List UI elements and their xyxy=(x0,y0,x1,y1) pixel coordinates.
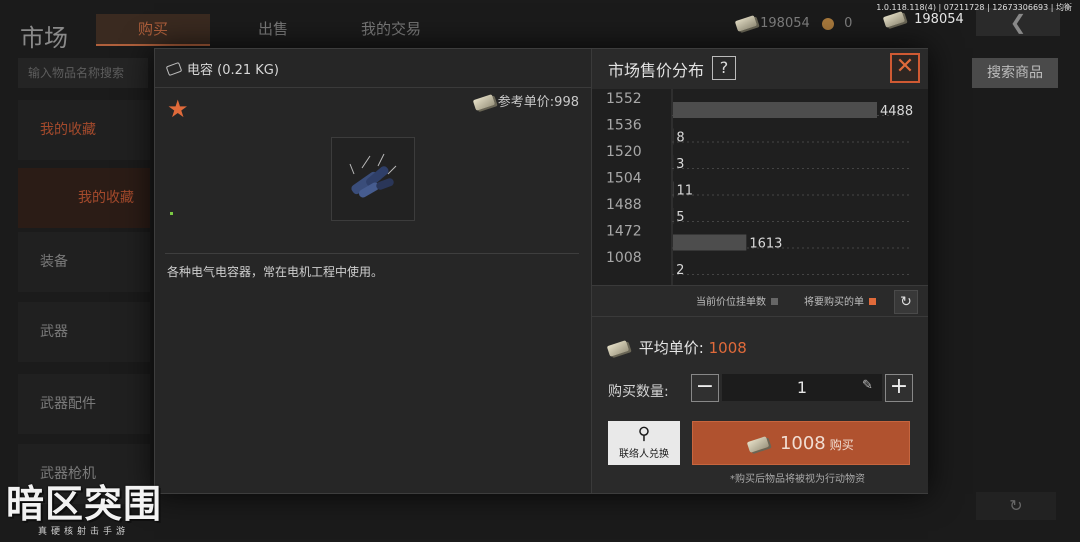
close-icon: ✕ xyxy=(895,54,915,79)
cash-icon xyxy=(882,11,906,28)
top-cash-balance-value: 198054 xyxy=(914,12,964,27)
cash-icon xyxy=(747,435,770,453)
buy-label: 购买 xyxy=(829,438,854,452)
chart-tick-label: 1520 xyxy=(606,144,642,160)
chart-bar xyxy=(673,234,747,251)
chart-tick-label: 1488 xyxy=(606,197,642,213)
contact-exchange-label: 联络人兑换 xyxy=(619,449,669,460)
price-distribution-chart[interactable]: 1552 4488 1536 8 1520 3 1504 11 1488 5 1472 1613 100… xyxy=(592,89,928,285)
chart-data-label: 8 xyxy=(676,131,684,146)
chart-data-label: 5 xyxy=(676,210,684,225)
legend-buy-orders: 将要购买的单 xyxy=(804,293,876,308)
logo-title: 暗区突围 xyxy=(6,482,163,526)
average-price-value: 1008 xyxy=(708,339,747,357)
coin-icon xyxy=(822,17,834,30)
divider xyxy=(155,87,591,88)
favorite-star-icon[interactable]: ★ xyxy=(167,95,189,123)
reference-price-label: 参考单价: xyxy=(497,95,555,110)
chart-data-label: 11 xyxy=(677,184,694,199)
market-title: 市场 xyxy=(20,24,68,52)
chart-data-label: 4488 xyxy=(880,104,913,119)
quantity-increase-button[interactable]: + xyxy=(885,374,913,402)
chart-tick-label: 1504 xyxy=(606,171,642,187)
tag-icon xyxy=(165,61,183,77)
item-name-text: 电容 (0.21 KG) xyxy=(187,63,279,78)
sidebar-item-weapons[interactable]: 武器 xyxy=(18,302,150,362)
legend-swatch xyxy=(771,298,778,305)
coin-balance: 0 xyxy=(822,16,852,31)
cash-icon xyxy=(472,94,495,111)
legend-current-text: 当前价位挂单数 xyxy=(696,297,766,308)
chart-svg: 1552 4488 1536 8 1520 3 1504 11 1488 5 1472 1613 100… xyxy=(606,89,913,285)
cash-icon xyxy=(606,340,630,357)
chart-tick-label: 1472 xyxy=(606,224,642,240)
chart-data-label: 2 xyxy=(676,263,684,278)
bottom-refresh-button[interactable]: ↻ xyxy=(976,492,1056,520)
legend-swatch xyxy=(869,298,876,305)
item-purchase-dialog: 电容 (0.21 KG) ★ 参考单价:998 各种电气电容器，常在电机工程中使… xyxy=(154,48,928,494)
chart-bar xyxy=(673,181,674,198)
item-name: 电容 (0.21 KG) xyxy=(165,59,279,78)
quantity-label: 购买数量: xyxy=(608,384,669,400)
item-description: 各种电气电容器，常在电机工程中使用。 xyxy=(167,265,384,279)
buy-amount: 1008 xyxy=(779,433,826,454)
purchase-note: *购买后物品将被视为行动物资 xyxy=(730,474,865,485)
top-cash-balance: 198054 xyxy=(882,11,964,28)
item-detail-panel: 电容 (0.21 KG) ★ 参考单价:998 各种电气电容器，常在电机工程中使… xyxy=(155,49,591,493)
tab-my-trades[interactable]: 我的交易 xyxy=(336,14,446,44)
refresh-button[interactable]: ↻ xyxy=(894,290,918,314)
capacitor-icon xyxy=(349,153,397,198)
chart-legend: 当前价位挂单数 将要购买的单 ↻ xyxy=(592,285,928,317)
chart-tick-label: 1008 xyxy=(606,250,642,266)
pencil-icon[interactable]: ✎ xyxy=(862,378,873,393)
reference-price-value: 998 xyxy=(554,95,579,110)
sidebar-item-favorites-header[interactable]: 我的收藏 xyxy=(18,100,150,160)
chart-data-label: 1613 xyxy=(749,237,782,252)
chart-data-label: 3 xyxy=(676,157,684,172)
quantity-decrease-button[interactable]: − xyxy=(691,374,719,402)
quantity-input[interactable]: 1 xyxy=(722,374,882,401)
sidebar-item-equipment[interactable]: 装备 xyxy=(18,232,150,292)
refresh-icon: ↻ xyxy=(900,294,912,310)
distribution-title: 市场售价分布 xyxy=(608,61,705,80)
cash-balance: 198054 xyxy=(734,15,810,32)
item-image-frame xyxy=(331,137,415,221)
contact-exchange-button[interactable]: ⚲ 联络人兑换 xyxy=(608,421,680,465)
average-price-label: 平均单价: xyxy=(638,339,704,357)
status-dot xyxy=(170,212,173,215)
cash-icon xyxy=(734,15,758,32)
divider xyxy=(165,253,579,254)
coin-balance-value: 0 xyxy=(844,16,853,31)
magnifier-icon: ⚲ xyxy=(637,424,651,444)
chevron-left-icon: ❮ xyxy=(1009,10,1027,34)
chart-tick-label: 1552 xyxy=(606,91,642,107)
refresh-icon: ↻ xyxy=(1009,496,1023,515)
average-price: 平均单价: 1008 xyxy=(606,337,747,358)
close-button[interactable]: ✕ xyxy=(890,53,920,83)
reference-price: 参考单价:998 xyxy=(472,91,579,111)
legend-buy-text: 将要购买的单 xyxy=(804,297,864,308)
search-input[interactable]: 输入物品名称搜索 xyxy=(18,58,148,88)
chart-bar xyxy=(673,102,877,118)
chart-tick-label: 1536 xyxy=(606,118,642,134)
price-distribution-panel: 市场售价分布 ? ✕ 1552 4488 1536 8 1520 3 1504 11 1488 5… xyxy=(591,49,928,493)
tab-buy[interactable]: 购买 xyxy=(96,14,210,46)
tab-sell[interactable]: 出售 xyxy=(218,14,328,44)
help-button[interactable]: ? xyxy=(712,56,736,80)
search-button[interactable]: 搜索商品 xyxy=(972,58,1058,88)
game-logo: 暗区突围 真硬核射击手游 xyxy=(6,484,182,540)
sidebar-item-weapon-attachments[interactable]: 武器配件 xyxy=(18,374,150,434)
buy-button[interactable]: 1008 购买 xyxy=(692,421,910,465)
sidebar-item-favorites[interactable]: 我的收藏 xyxy=(18,168,150,228)
cash-balance-value: 198054 xyxy=(760,16,810,31)
legend-current-orders: 当前价位挂单数 xyxy=(696,293,778,308)
